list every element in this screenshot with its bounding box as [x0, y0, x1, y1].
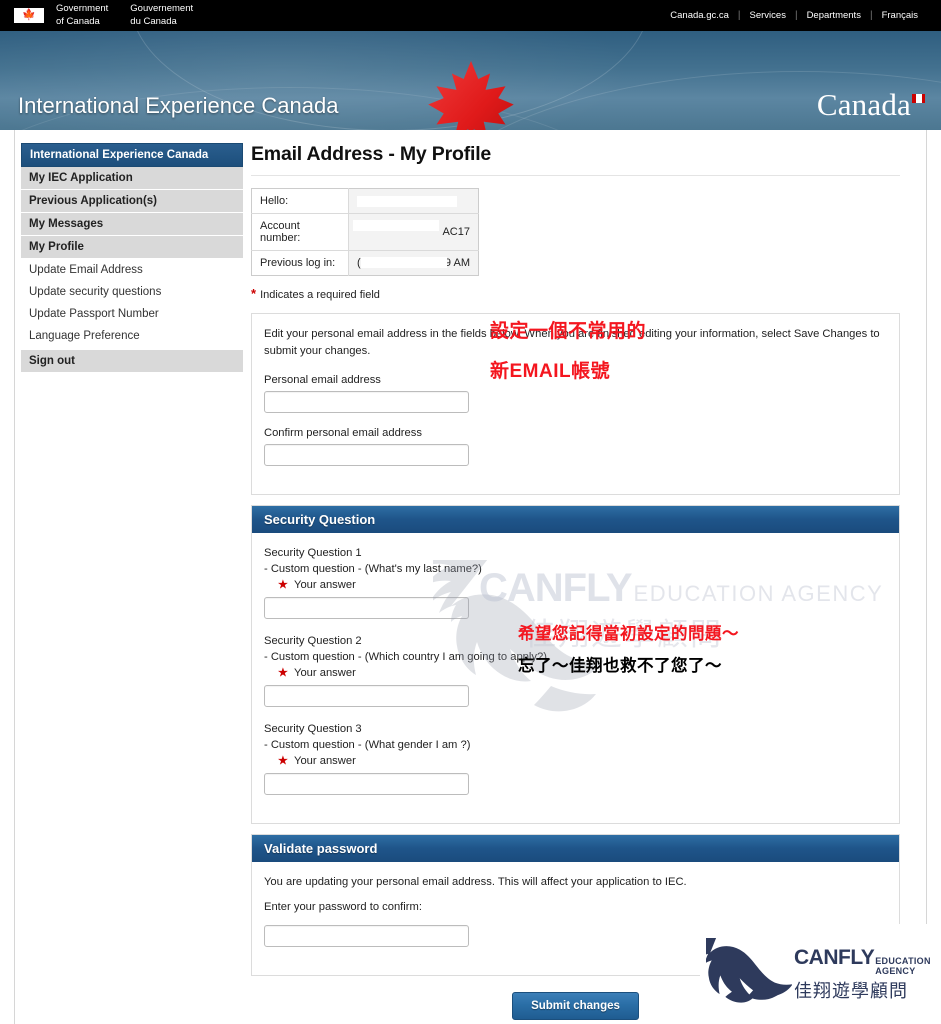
redacted-value [361, 257, 447, 268]
sidebar-header: International Experience Canada [21, 143, 243, 167]
wordmark-fr-line1: Gouvernement [130, 3, 194, 15]
annotation-sec2-part-c: 也救不了您了～ [603, 657, 722, 675]
sq1-answer-input[interactable] [264, 596, 469, 619]
government-bar: 🍁 Government of Canada Gouvernement du C… [0, 0, 941, 31]
required-star-icon: ★ [278, 666, 289, 679]
top-nav-services[interactable]: Services [741, 10, 795, 21]
wordmark-en-line2: of Canada [56, 15, 100, 27]
table-row: Account number: AC17 [251, 213, 479, 251]
top-nav-canada-gc-ca[interactable]: Canada.gc.ca [661, 10, 738, 21]
account-label-previous-login: Previous log in: [251, 250, 349, 276]
annotation-email-line1: 設定一個不常用的 [490, 321, 647, 342]
sidebar-item-sign-out[interactable]: Sign out [21, 350, 243, 372]
canfly-logo-overlay: CANFLY EDUCATION AGENCY 佳翔遊學顧問 [700, 924, 941, 1024]
required-star-icon: ★ [278, 754, 289, 767]
banner-title: International Experience Canada [18, 93, 339, 118]
sq2-answer-input[interactable] [264, 684, 469, 707]
security-panel-header: Security Question [252, 505, 899, 533]
redacted-value [357, 195, 457, 207]
logo-brand-sub: EDUCATION AGENCY [875, 955, 931, 976]
required-star-icon: ★ [278, 578, 289, 591]
wordmark-fr-line2: du Canada [130, 15, 177, 27]
wordmark-en-line1: Government [56, 3, 109, 15]
security-question-3: Security Question 3 - Custom question - … [264, 723, 885, 795]
account-value-hello [348, 188, 479, 214]
eagle-logo-icon [706, 938, 792, 1003]
password-panel-line2: Enter your password to confirm: [264, 901, 422, 914]
sidebar-item-update-security-questions[interactable]: Update security questions [21, 281, 243, 303]
annotation-security-line2: 忘了～佳翔也救不了您了～ [518, 652, 722, 676]
sq3-number-label: Security Question 3 [264, 722, 362, 735]
top-nav-francais[interactable]: Français [873, 10, 927, 21]
confirm-email-input[interactable] [264, 443, 469, 466]
top-nav-departments[interactable]: Departments [798, 10, 870, 21]
sq1-answer-label: ★ Your answer [278, 578, 885, 591]
required-field-note: * Indicates a required field [251, 286, 900, 301]
annotation-sec2-part-b: 佳翔 [569, 657, 603, 675]
canada-wordmark-text: Canada [816, 87, 911, 122]
sq3-answer-input[interactable] [264, 772, 469, 795]
submit-changes-button[interactable]: Submit changes [512, 992, 639, 1021]
canada-wordmark: Canada [817, 87, 925, 123]
sidebar: International Experience Canada My IEC A… [15, 130, 243, 372]
page-root: 🍁 Government of Canada Gouvernement du C… [0, 0, 941, 1024]
password-input[interactable] [264, 925, 469, 948]
sq3-answer-label: ★ Your answer [278, 754, 885, 767]
site-banner: International Experience Canada Canada [0, 31, 941, 130]
sidebar-item-update-email-address[interactable]: Update Email Address [21, 259, 243, 281]
sq2-answer-text: Your answer [294, 666, 356, 679]
maple-leaf-icon [428, 60, 514, 130]
sq1-custom-question: - Custom question - (What's my last name… [264, 562, 482, 575]
sq1-number-label: Security Question 1 [264, 546, 362, 559]
content-wrapper: International Experience Canada My IEC A… [14, 130, 927, 1024]
sq3-custom-question: - Custom question - (What gender I am ?) [264, 738, 471, 751]
redacted-value [353, 220, 439, 231]
sidebar-item-previous-applications[interactable]: Previous Application(s) [21, 190, 243, 213]
main-column: Email Address - My Profile Hello: Accoun… [243, 130, 926, 1024]
logo-brand-main: CANFLY [794, 945, 875, 969]
password-panel-line1: You are updating your personal email add… [264, 875, 687, 888]
confirm-email-label: Confirm personal email address [264, 426, 422, 439]
sidebar-item-update-passport-number[interactable]: Update Passport Number [21, 303, 243, 325]
page-title: Email Address - My Profile [251, 143, 492, 165]
canfly-logo-text: CANFLY EDUCATION AGENCY 佳翔遊學顧問 [794, 946, 941, 1003]
annotation-sec2-part-a: 忘了～ [518, 657, 569, 675]
annotation-security-line1: 希望您記得當初設定的問題～ [518, 625, 739, 643]
logo-brand-cn: 佳翔遊學顧問 [794, 980, 908, 1001]
security-question-1: Security Question 1 - Custom question - … [264, 547, 885, 619]
sidebar-item-my-profile[interactable]: My Profile [21, 236, 243, 259]
sidebar-item-language-preference[interactable]: Language Preference [21, 325, 243, 347]
personal-email-input[interactable] [264, 390, 469, 413]
sq1-answer-text: Your answer [294, 578, 356, 591]
government-wordmark: Government of Canada Gouvernement du Can… [56, 3, 193, 27]
top-nav: Canada.gc.ca | Services | Departments | … [661, 10, 927, 21]
account-label-hello: Hello: [251, 188, 349, 214]
security-question-panel: Security Question Security Question 1 - … [251, 504, 900, 824]
account-value-number: AC17 [442, 226, 470, 238]
required-field-text: Indicates a required field [260, 289, 380, 301]
sidebar-item-my-messages[interactable]: My Messages [21, 213, 243, 236]
title-divider [251, 175, 900, 176]
password-panel-header: Validate password [252, 834, 899, 862]
canada-flag-icon: 🍁 [14, 8, 44, 23]
table-row: Hello: [251, 188, 479, 214]
email-panel: Edit your personal email address in the … [251, 313, 900, 495]
account-label-number: Account number: [251, 213, 349, 251]
account-info-table: Hello: Account number: AC17 Previous log… [251, 188, 479, 276]
required-star-icon: * [251, 286, 257, 301]
annotation-email-line2: 新EMAIL帳號 [490, 361, 611, 382]
canada-flag-dot-icon [912, 94, 925, 103]
sq3-answer-text: Your answer [294, 754, 356, 767]
sidebar-item-my-iec-application[interactable]: My IEC Application [21, 167, 243, 190]
table-row: Previous log in: (:39 AM [251, 250, 479, 276]
